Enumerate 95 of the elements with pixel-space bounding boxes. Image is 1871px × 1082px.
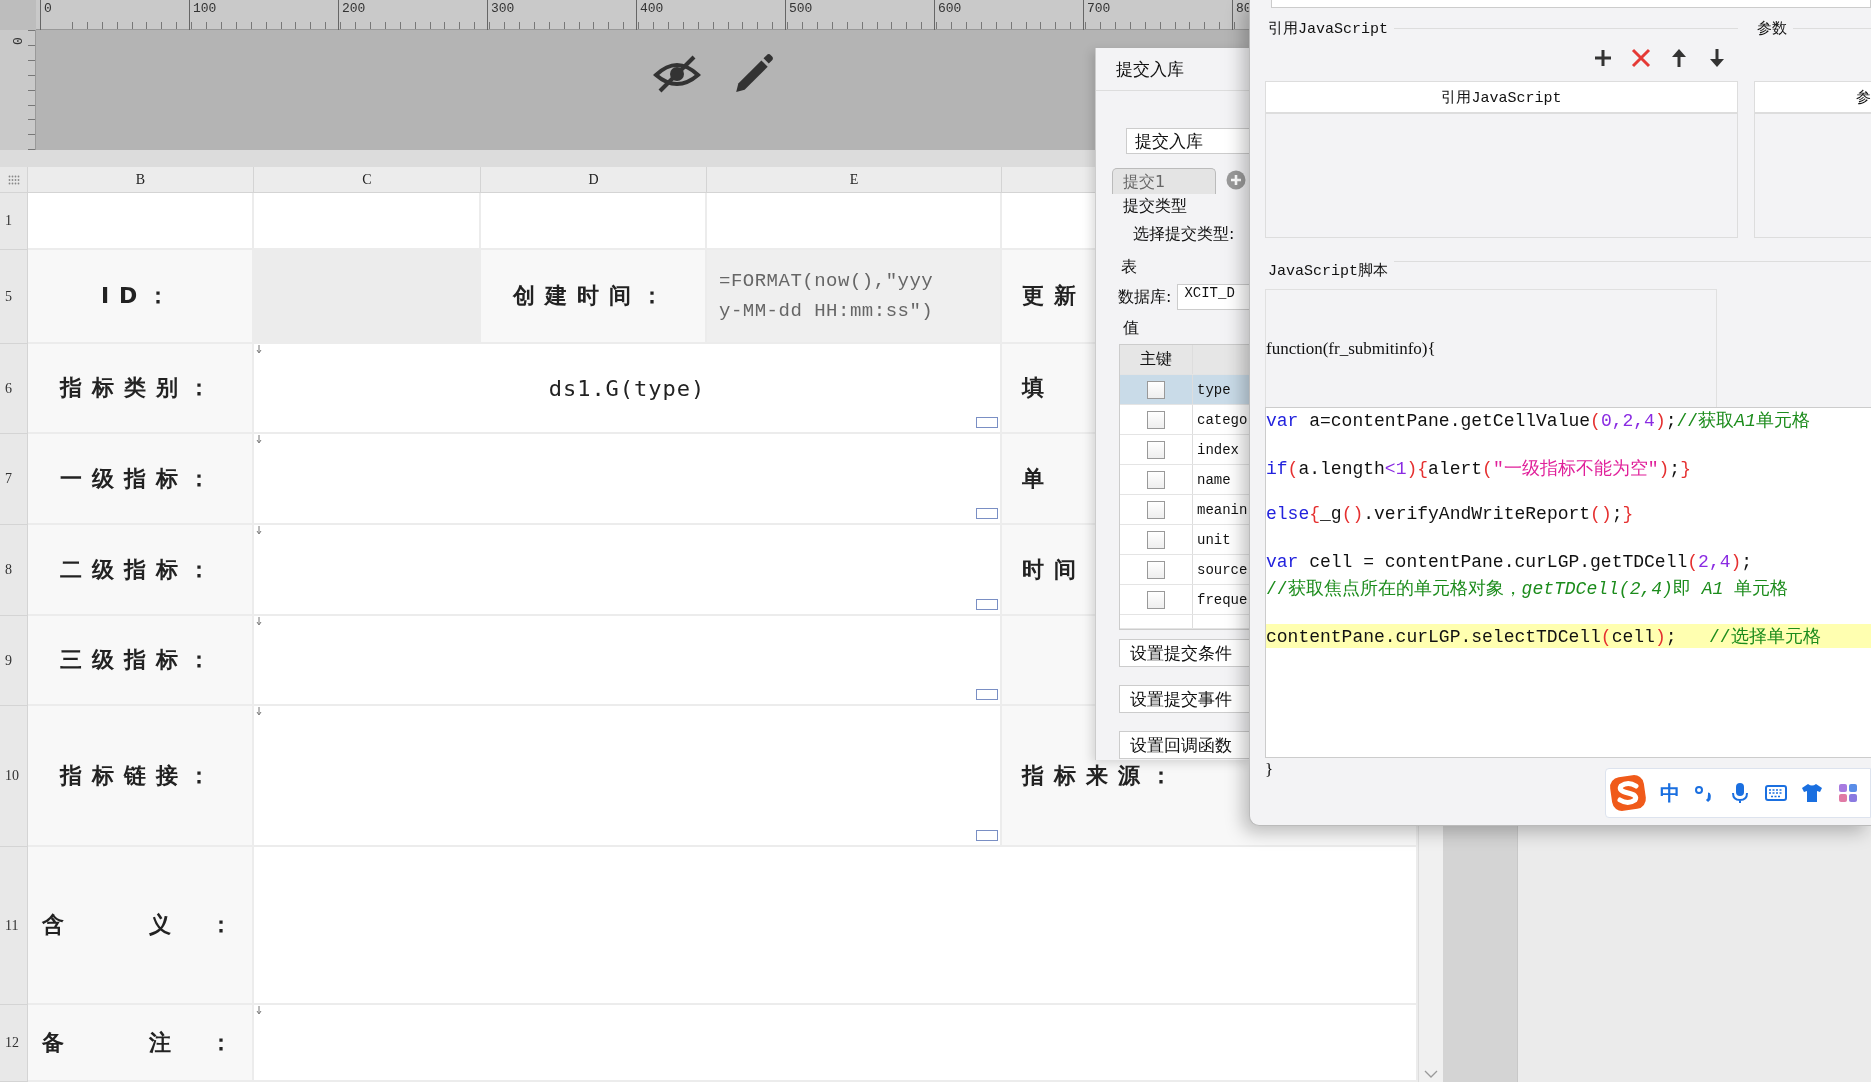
group-label: 值 [1123, 317, 1140, 339]
row-number[interactable]: 12 [0, 1005, 28, 1082]
field-name: freque [1197, 591, 1248, 608]
field-label: 一级指标： [60, 464, 220, 493]
function-signature: function(fr_submitinfo){ [1266, 338, 1436, 359]
code-line: else{_g().verifyAndWriteReport();} [1266, 504, 1635, 526]
widget-marker-icon [976, 417, 998, 428]
ruler-label: 100 [189, 0, 338, 30]
row-number[interactable]: 11 [0, 847, 28, 1005]
field-row[interactable]: type [1120, 375, 1251, 405]
group-label: 参数 [1756, 19, 1788, 38]
ruler-label: 700 [1083, 0, 1232, 30]
delete-icon[interactable] [1630, 47, 1652, 69]
logo-icon[interactable] [1608, 773, 1648, 813]
down-arrow-icon [256, 617, 262, 626]
checkbox[interactable] [1147, 560, 1165, 579]
row-number[interactable]: 9 [0, 616, 28, 706]
column-header[interactable]: 参 [1755, 82, 1871, 114]
field-label: 含 义： [42, 911, 232, 939]
grid-icon[interactable] [1836, 781, 1860, 805]
checkbox[interactable] [1147, 440, 1165, 459]
cell-value: ds1.G(type) [548, 375, 706, 401]
ruler-label: 0 [10, 37, 25, 45]
field-label: 单 [1022, 464, 1054, 493]
plus-icon[interactable] [1592, 47, 1614, 69]
checkbox[interactable] [1147, 470, 1165, 489]
field-label: 数据库: [1118, 286, 1172, 308]
widget-marker-icon [976, 599, 998, 610]
widget-marker-icon [976, 508, 998, 519]
row-number[interactable]: 1 [0, 193, 28, 250]
row-number[interactable]: 10 [0, 706, 28, 847]
field-label: 指标类别： [60, 374, 220, 402]
widget-marker-icon [976, 689, 998, 700]
input-mode-toggle[interactable]: 中 [1660, 779, 1680, 807]
chevron-down-icon[interactable] [1424, 1070, 1438, 1078]
submit-tab[interactable]: 提交1 [1112, 168, 1216, 194]
shirt-icon[interactable] [1800, 781, 1824, 805]
ruler-label: 600 [934, 0, 1083, 30]
checkbox[interactable] [1147, 590, 1165, 609]
type-dropdown[interactable]: 提交入库 [1126, 128, 1251, 154]
text-field[interactable] [1271, 0, 1871, 8]
grip-icon[interactable] [7, 174, 20, 185]
checkbox[interactable] [1147, 380, 1165, 399]
down-arrow-icon [256, 1006, 262, 1015]
code-line: if(a.length<1){alert("一级指标不能为空");} [1266, 458, 1692, 480]
checkbox[interactable] [1147, 500, 1165, 519]
down-arrow-icon [256, 707, 262, 716]
field-name: source [1197, 561, 1248, 578]
field-name: type [1197, 381, 1231, 398]
field-name: name [1197, 471, 1231, 488]
field-label: 创建时间： [513, 282, 673, 310]
field-label: 备 注： [42, 1028, 232, 1057]
settings-button[interactable]: 设置提交事件 [1119, 685, 1251, 713]
ruler-label: 500 [785, 0, 934, 30]
column-header[interactable]: 引用JavaScript [1266, 82, 1737, 114]
ruler-label: 400 [636, 0, 785, 30]
code-line: var cell = contentPane.curLGP.getTDCell(2,4); [1266, 552, 1754, 574]
ruler-label: 300 [487, 0, 636, 30]
field-name: index [1197, 441, 1239, 458]
code-editor[interactable] [1265, 407, 1871, 758]
field-label: 二级指标： [60, 555, 220, 584]
down-arrow-icon [256, 435, 262, 444]
code-line: var a=contentPane.getCellValue(0,2,4);//获取A1单元格 [1266, 410, 1811, 432]
row-number[interactable]: 7 [0, 434, 28, 525]
checkbox[interactable] [1147, 530, 1165, 549]
group-label: 表 [1121, 256, 1138, 278]
field-name: unit [1197, 531, 1231, 548]
code-line: //获取焦点所在的单元格对象，getTDCell(2,4)即 A1 单元格 [1266, 578, 1790, 600]
checkbox[interactable] [1147, 410, 1165, 429]
settings-button[interactable]: 设置回调函数 [1119, 731, 1251, 759]
field-label: 选择提交类型: [1133, 223, 1236, 245]
field-label: ID： [100, 282, 180, 310]
settings-button[interactable]: 设置提交条件 [1119, 639, 1251, 667]
group-label: JavaScript脚本 [1267, 261, 1389, 282]
widget-marker-icon [976, 830, 998, 841]
field-label: 指标链接： [60, 761, 220, 790]
field-label: 时间 [1022, 555, 1086, 584]
down-arrow-icon [256, 345, 262, 354]
ruler-label: 0 [40, 0, 189, 30]
row-number[interactable]: 8 [0, 525, 28, 616]
row-number[interactable]: 6 [0, 344, 28, 434]
group-label: 提交类型 [1123, 195, 1188, 217]
field-name: catego [1197, 411, 1248, 428]
down-arrow-icon [256, 526, 262, 535]
code-line: } [1265, 759, 1275, 781]
field-label: 三级指标： [60, 646, 220, 674]
field-label: 填 [1022, 374, 1054, 402]
field-label: 指标来源： [1022, 761, 1182, 790]
add-circle-icon[interactable] [1226, 169, 1246, 190]
field-name: meanin [1197, 501, 1248, 518]
database-field[interactable]: XCIT_D [1177, 284, 1251, 310]
formula-text: =FORMAT(now(),"yyyy-MM-dd HH:mm:ss") [719, 269, 935, 324]
ruler-label: 200 [338, 0, 487, 30]
row-number[interactable]: 5 [0, 250, 28, 344]
field-label: 更新 [1022, 282, 1086, 310]
